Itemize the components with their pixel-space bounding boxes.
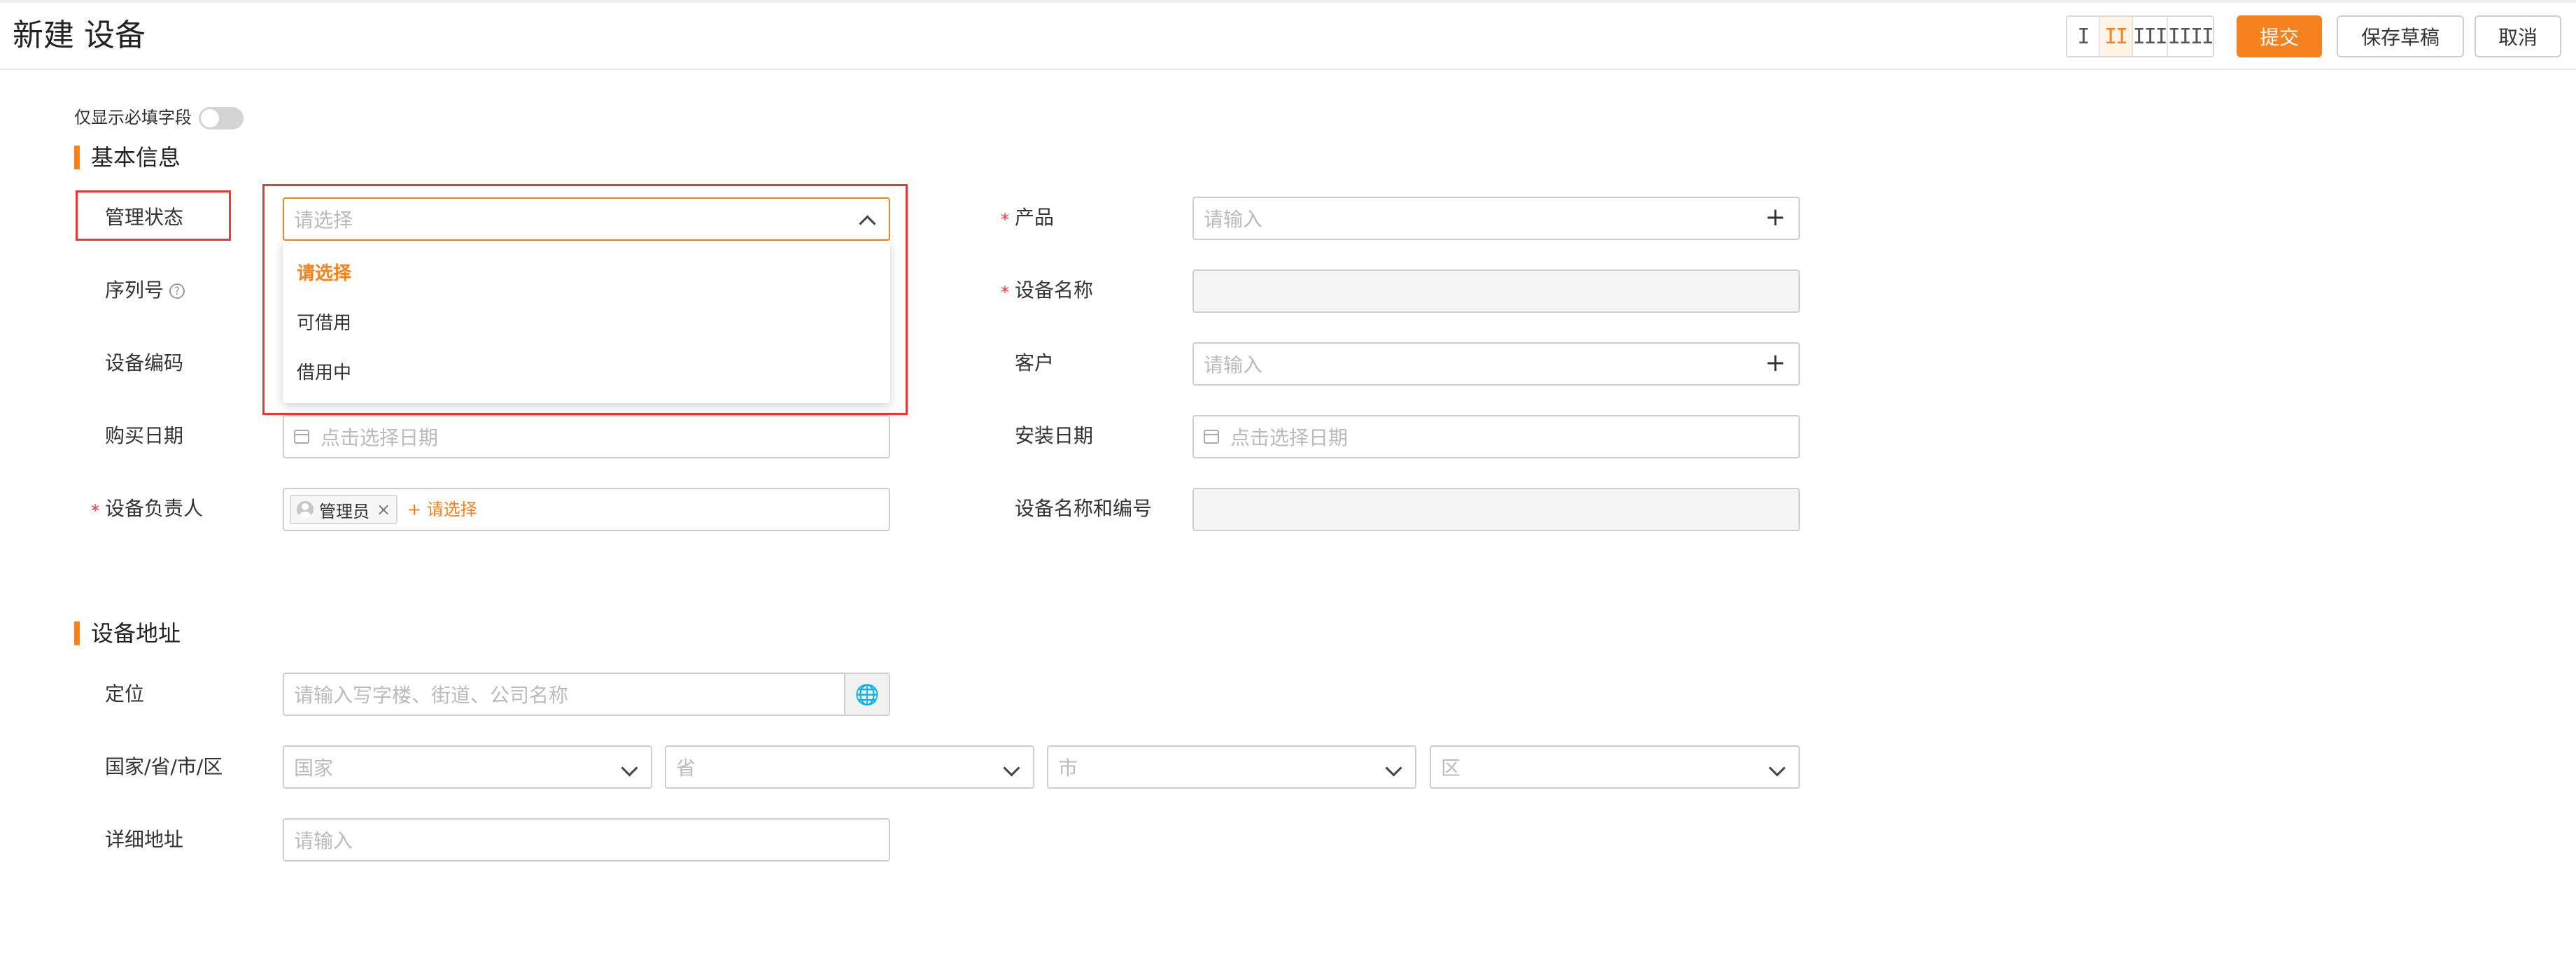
submit-button[interactable]: 提交 — [2237, 15, 2322, 57]
calendar-icon — [294, 430, 309, 444]
purchase-date-picker[interactable]: 点击选择日期 — [283, 415, 890, 458]
calendar-icon — [1204, 430, 1219, 444]
serial-no-label-text: 序列号 — [105, 279, 164, 302]
required-only-toggle[interactable] — [199, 107, 244, 129]
install-date-label: 安装日期 — [1015, 424, 1094, 447]
globe-icon[interactable]: 🌐 — [844, 674, 889, 715]
province-select[interactable]: 省 — [665, 745, 1034, 789]
two-column-option[interactable]: II — [2099, 17, 2133, 56]
location-input[interactable]: 请输入写字楼、街道、公司名称 🌐 — [283, 673, 890, 716]
chevron-down-icon — [1768, 759, 1786, 777]
product-placeholder: 请输入 — [1204, 208, 1263, 231]
required-only-label: 仅显示必填字段 — [74, 108, 192, 127]
product-input[interactable]: 请输入 + — [1192, 197, 1800, 240]
name-and-code-input — [1192, 488, 1800, 531]
region-label: 国家/省/市/区 — [105, 755, 223, 778]
three-column-option[interactable]: III — [2133, 17, 2168, 56]
install-date-placeholder: 点击选择日期 — [1230, 426, 1349, 449]
chevron-down-icon — [1385, 759, 1402, 777]
purchase-date-label: 购买日期 — [105, 424, 184, 447]
four-column-option[interactable]: IIII — [2168, 17, 2214, 56]
manage-status-dropdown: 请选择 可借用 借用中 — [283, 241, 890, 403]
device-code-label: 设备编码 — [105, 351, 184, 374]
owner-selector[interactable]: 管理员 × + 请选择 — [283, 488, 890, 531]
detail-address-label: 详细地址 — [105, 828, 184, 851]
location-placeholder: 请输入写字楼、街道、公司名称 — [294, 684, 569, 707]
close-icon[interactable]: × — [376, 500, 390, 519]
cancel-button[interactable]: 取消 — [2475, 15, 2561, 57]
name-and-code-label: 设备名称和编号 — [1015, 497, 1153, 520]
district-select[interactable]: 区 — [1430, 745, 1800, 789]
product-required-mark: * — [1001, 210, 1009, 230]
device-name-label: 设备名称 — [1015, 279, 1094, 302]
owner-tag-text: 管理员 — [319, 501, 369, 521]
one-column-option[interactable]: I — [2067, 17, 2100, 56]
location-label: 定位 — [105, 682, 145, 705]
product-label: 产品 — [1015, 206, 1055, 229]
section-accent-bar — [74, 621, 80, 645]
column-layout-switch[interactable]: I II III IIII — [2066, 15, 2214, 57]
question-circle-icon[interactable]: ? — [169, 283, 185, 299]
dropdown-option-available[interactable]: 可借用 — [297, 311, 351, 335]
avatar-icon — [297, 501, 314, 518]
owner-required-mark: * — [91, 501, 99, 521]
detail-address-placeholder: 请输入 — [294, 829, 353, 852]
customer-input[interactable]: 请输入 + — [1192, 342, 1800, 386]
city-placeholder: 市 — [1058, 757, 1078, 780]
owner-label: 设备负责人 — [105, 497, 204, 520]
dropdown-option-please-select[interactable]: 请选择 — [297, 262, 351, 286]
country-select[interactable]: 国家 — [283, 745, 652, 789]
add-owner-link[interactable]: + 请选择 — [407, 499, 477, 520]
plus-icon[interactable]: + — [1765, 204, 1786, 232]
country-placeholder: 国家 — [294, 757, 334, 780]
owner-tag: 管理员 × — [290, 495, 398, 524]
chevron-up-icon — [859, 215, 876, 232]
customer-placeholder: 请输入 — [1204, 353, 1263, 377]
dropdown-option-borrowed[interactable]: 借用中 — [297, 361, 351, 385]
save-draft-button[interactable]: 保存草稿 — [2337, 15, 2464, 57]
plus-icon[interactable]: + — [1765, 349, 1786, 377]
chevron-down-icon — [621, 759, 638, 777]
device-name-required-mark: * — [1001, 283, 1009, 302]
chevron-down-icon — [1003, 759, 1020, 777]
install-date-picker[interactable]: 点击选择日期 — [1192, 415, 1800, 458]
district-placeholder: 区 — [1441, 757, 1461, 780]
section-accent-bar — [74, 146, 80, 169]
customer-label: 客户 — [1015, 351, 1055, 374]
city-select[interactable]: 市 — [1047, 745, 1416, 789]
section-title-address: 设备地址 — [91, 620, 181, 647]
page-title: 新建 设备 — [13, 17, 146, 53]
manage-status-select[interactable]: 请选择 — [283, 197, 890, 241]
manage-status-placeholder: 请选择 — [294, 209, 353, 232]
province-placeholder: 省 — [676, 757, 696, 780]
section-title-basic: 基本信息 — [91, 144, 181, 171]
serial-no-label: 序列号? — [105, 278, 185, 303]
toggle-knob — [201, 109, 219, 127]
purchase-date-placeholder: 点击选择日期 — [321, 426, 439, 449]
detail-address-input[interactable]: 请输入 — [283, 818, 890, 862]
manage-status-label: 管理状态 — [105, 206, 184, 229]
device-name-input — [1192, 269, 1800, 313]
